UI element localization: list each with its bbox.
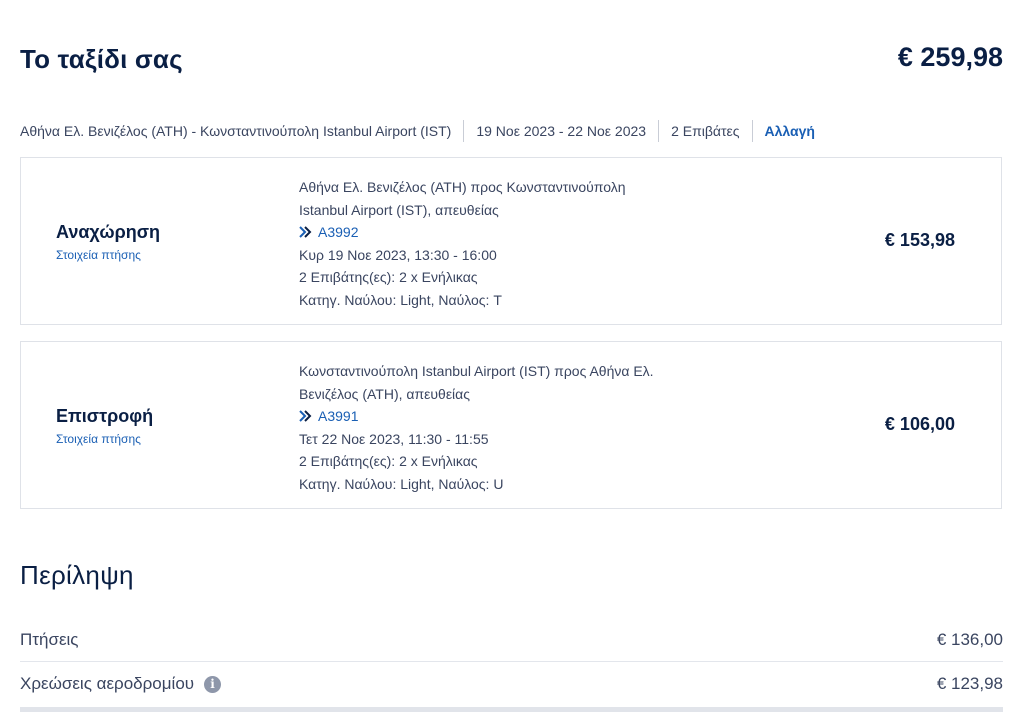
bottom-divider <box>20 707 1003 712</box>
route-line: Istanbul Airport (IST), απευθείας <box>299 201 499 218</box>
divider <box>658 120 660 142</box>
divider <box>463 120 465 142</box>
flight-datetime: Κυρ 19 Νοε 2023, 13:30 - 16:00 <box>299 246 497 263</box>
fare-class: Κατηγ. Ναύλου: Light, Ναύλος: T <box>299 291 502 308</box>
outbound-leg-label: Αναχώρηση <box>56 222 161 242</box>
summary-flights-amount: € 136,00 <box>936 629 1003 649</box>
summary-fees-label-group: Χρεώσεις αεροδρομίου i <box>20 674 222 694</box>
outbound-flight-details: Αθήνα Ελ. Βενιζέλος (ATH) προς Κωνσταντι… <box>299 176 719 312</box>
flight-number: A3992 <box>299 221 719 244</box>
outbound-flight-details-link[interactable]: Στοιχεία πτήσης <box>56 248 141 262</box>
return-flight-details-link[interactable]: Στοιχεία πτήσης <box>56 432 141 446</box>
change-search-link[interactable]: Αλλαγή <box>765 123 815 139</box>
flight-number: A3991 <box>299 405 719 428</box>
summary-row-flights: Πτήσεις € 136,00 <box>20 618 1003 662</box>
outbound-flight-card: Αναχώρηση Στοιχεία πτήσης Αθήνα Ελ. Βενι… <box>20 157 1002 325</box>
flight-datetime: Τετ 22 Νοε 2023, 11:30 - 11:55 <box>299 430 489 447</box>
airline-chevron-icon <box>299 226 312 239</box>
route-line: Αθήνα Ελ. Βενιζέλος (ATH) προς Κωνσταντι… <box>299 179 626 195</box>
flight-number-text: A3991 <box>318 408 359 425</box>
return-leg-label: Επιστροφή <box>56 406 154 426</box>
passengers-text: 2 Επιβάτες <box>671 123 740 139</box>
return-flight-card: Επιστροφή Στοιχεία πτήσης Κωνσταντινούπο… <box>20 341 1002 509</box>
route-text: Αθήνα Ελ. Βενιζέλος (ATH) - Κωνσταντινού… <box>20 123 452 139</box>
summary-title: Περίληψη <box>20 560 134 590</box>
flight-passengers: 2 Επιβάτης(ες): 2 x Ενήλικας <box>299 453 478 470</box>
page-title: Το ταξίδι σας <box>20 44 183 74</box>
airline-chevron-icon <box>299 410 312 423</box>
route-summary-bar: Αθήνα Ελ. Βενιζέλος (ATH) - Κωνσταντινού… <box>20 120 815 142</box>
trip-header: Το ταξίδι σας € 259,98 <box>20 42 1003 80</box>
summary-row-airport-fees: Χρεώσεις αεροδρομίου i € 123,98 <box>20 662 1003 706</box>
divider <box>751 120 753 142</box>
fare-class: Κατηγ. Ναύλου: Light, Ναύλος: U <box>299 475 504 492</box>
summary-fees-amount: € 123,98 <box>936 674 1003 693</box>
return-flight-details: Κωνσταντινούπολη Istanbul Airport (IST) … <box>299 360 719 496</box>
route-line: Βενιζέλος (ATH), απευθείας <box>299 385 471 402</box>
flight-passengers: 2 Επιβάτης(ες): 2 x Ενήλικας <box>299 269 478 286</box>
return-price: € 106,00 <box>884 414 955 434</box>
info-icon[interactable]: i <box>204 675 222 693</box>
dates-text: 19 Νοε 2023 - 22 Νοε 2023 <box>476 123 647 139</box>
summary-fees-label: Χρεώσεις αεροδρομίου <box>20 674 195 693</box>
summary-flights-label: Πτήσεις <box>20 629 79 649</box>
route-line: Κωνσταντινούπολη Istanbul Airport (IST) … <box>299 363 654 379</box>
flight-number-text: A3992 <box>318 224 359 241</box>
outbound-price: € 153,98 <box>884 230 955 250</box>
trip-total-price: € 259,98 <box>897 42 1003 72</box>
